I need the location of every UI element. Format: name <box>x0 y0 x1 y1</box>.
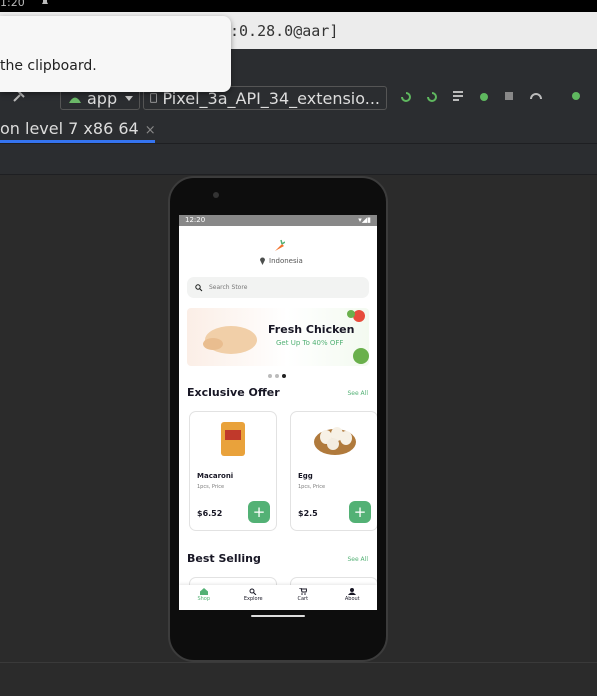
apply-changes-icon[interactable] <box>425 89 439 103</box>
gesture-home-bar[interactable] <box>251 615 305 617</box>
phone-screen[interactable]: 12:20 ▾◢▮ Indonesia Search Store Fresh C… <box>179 215 377 610</box>
product-price: $6.52 <box>197 509 223 518</box>
location-label: Indonesia <box>269 256 303 265</box>
phone-status-bar: 12:20 ▾◢▮ <box>179 215 377 226</box>
location-pin-icon <box>260 257 265 265</box>
app-inspection-icon[interactable] <box>569 89 583 103</box>
pager-dot-active[interactable] <box>282 374 286 378</box>
device-icon <box>150 93 157 103</box>
emulator-tab-row: on level 7 x86 64 × <box>0 117 597 144</box>
pager-dot[interactable] <box>275 374 279 378</box>
emulator-subtoolbar <box>0 144 597 175</box>
nav-explore[interactable]: Explore <box>229 585 279 610</box>
bottom-nav: Shop Explore Cart About <box>179 585 377 610</box>
rerun-icon[interactable] <box>399 89 413 103</box>
exclusive-offer-title: Exclusive Offer <box>187 386 280 399</box>
nav-cart[interactable]: Cart <box>278 585 328 610</box>
debug-icon[interactable] <box>477 89 491 103</box>
nav-label: Shop <box>197 596 211 602</box>
window-title: :0.28.0@aar] <box>230 22 339 40</box>
cart-icon <box>298 588 307 595</box>
best-selling-see-all-link[interactable]: See All <box>347 556 368 563</box>
profiler-icon[interactable] <box>529 89 543 103</box>
banner-subtitle: Get Up To 40% OFF <box>276 339 344 347</box>
product-qty: 1pcs, Price <box>298 484 326 490</box>
attach-debugger-icon[interactable] <box>503 89 517 103</box>
system-top-bar: 1:20 <box>0 0 597 12</box>
bell-icon[interactable] <box>40 0 50 7</box>
front-camera <box>213 192 219 198</box>
pager-dot[interactable] <box>268 374 272 378</box>
tab-emulator[interactable]: on level 7 x86 64 × <box>0 119 156 138</box>
system-clock: 1:20 <box>0 0 25 9</box>
product-price: $2.5 <box>298 509 318 518</box>
product-card[interactable]: Macaroni 1pcs, Price $6.52 + <box>189 411 277 531</box>
nav-label: Explore <box>243 596 263 602</box>
person-icon <box>348 588 357 595</box>
product-card[interactable]: Egg 1pcs, Price $2.5 + <box>290 411 377 531</box>
tab-emulator-label: on level 7 x86 64 <box>0 119 139 138</box>
home-icon <box>199 588 208 595</box>
nav-shop[interactable]: Shop <box>179 585 229 610</box>
vegetables-image <box>347 310 369 364</box>
best-selling-title: Best Selling <box>187 552 261 565</box>
product-qty: 1pcs, Price <box>197 484 225 490</box>
add-to-cart-button[interactable]: + <box>349 501 371 523</box>
nav-about[interactable]: About <box>328 585 378 610</box>
ide-bottom-bar <box>0 662 597 696</box>
search-icon <box>249 588 257 595</box>
active-tab-indicator <box>0 140 155 143</box>
promo-banner[interactable]: Fresh Chicken Get Up To 40% OFF <box>187 308 369 366</box>
chicken-image <box>203 326 257 354</box>
sync-icon[interactable] <box>451 89 465 103</box>
product-name: Macaroni <box>197 472 234 480</box>
search-placeholder: Search Store <box>209 284 248 291</box>
search-input[interactable]: Search Store <box>187 277 369 298</box>
banner-title: Fresh Chicken <box>268 323 355 336</box>
search-icon <box>195 283 203 291</box>
egg-image <box>314 427 356 455</box>
location-selector[interactable]: Indonesia <box>259 256 303 265</box>
nav-label: About <box>344 596 360 602</box>
nav-label: Cart <box>297 596 309 602</box>
banner-pager-dots <box>268 374 286 378</box>
product-name: Egg <box>298 472 313 480</box>
carrot-logo-icon <box>275 239 285 251</box>
add-to-cart-button[interactable]: + <box>248 501 270 523</box>
clipboard-notification[interactable]: the clipboard. <box>0 16 231 92</box>
signal-battery-icon: ▾◢▮ <box>358 216 371 224</box>
close-icon[interactable]: × <box>145 123 156 138</box>
macaroni-image <box>221 422 245 456</box>
exclusive-see-all-link[interactable]: See All <box>347 390 368 397</box>
phone-status-time: 12:20 <box>185 216 206 224</box>
notification-message: the clipboard. <box>0 58 97 74</box>
android-icon <box>69 97 81 103</box>
